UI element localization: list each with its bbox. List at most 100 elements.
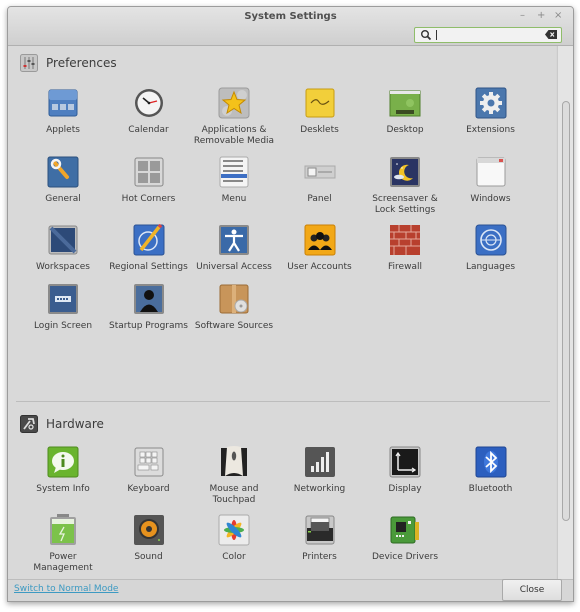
vertical-scrollbar[interactable]: [557, 46, 573, 579]
title-bar[interactable]: System Settings – + ×: [8, 7, 573, 46]
settings-item-workspaces[interactable]: Workspaces: [20, 224, 106, 273]
settings-item-label: Startup Programs: [109, 321, 188, 331]
settings-item-label: Mouse and Touchpad: [209, 484, 259, 505]
window-title: System Settings: [244, 11, 337, 22]
settings-item-extensions[interactable]: Extensions: [448, 87, 534, 136]
minimize-button[interactable]: –: [520, 10, 525, 21]
settings-item-label: Extensions: [466, 125, 515, 135]
hardware-tools-icon: [20, 415, 38, 433]
color-wheel-icon: [218, 514, 250, 546]
settings-item-label: Firewall: [388, 262, 422, 272]
settings-item-applications-removable-media[interactable]: Applications & Removable Media: [191, 87, 277, 147]
panel-icon: [304, 156, 336, 188]
text-cursor: [436, 30, 437, 40]
printer-icon: [304, 514, 336, 546]
settings-item-desktop[interactable]: Desktop: [362, 87, 448, 136]
settings-item-bluetooth[interactable]: Bluetooth: [448, 446, 534, 495]
wrench-icon: [47, 156, 79, 188]
settings-item-printers[interactable]: Printers: [277, 514, 363, 563]
brick-wall-icon: [389, 224, 421, 256]
section-title: Preferences: [46, 56, 117, 70]
settings-item-label: Regional Settings: [109, 262, 188, 272]
settings-item-label: User Accounts: [287, 262, 352, 272]
settings-item-panel[interactable]: Panel: [277, 156, 363, 205]
desktop-icon: [389, 87, 421, 119]
settings-content: Preferences Applets Calendar Applications …: [8, 46, 556, 579]
settings-item-applets[interactable]: Applets: [20, 87, 106, 136]
settings-item-label: Color: [222, 552, 246, 562]
settings-item-menu[interactable]: Menu: [191, 156, 277, 205]
scrollbar-thumb[interactable]: [562, 101, 570, 521]
signal-bars-icon: [304, 446, 336, 478]
globe-pencil-icon: [133, 224, 165, 256]
settings-item-device-drivers[interactable]: Device Drivers: [362, 514, 448, 563]
settings-item-display[interactable]: Display: [362, 446, 448, 495]
login-screen-icon: [47, 283, 79, 315]
clear-search-icon[interactable]: [545, 30, 557, 39]
close-button[interactable]: Close: [502, 579, 562, 601]
settings-item-user-accounts[interactable]: User Accounts: [277, 224, 363, 273]
accessibility-icon: [218, 224, 250, 256]
menu-list-icon: [218, 156, 250, 188]
settings-item-keyboard[interactable]: Keyboard: [106, 446, 192, 495]
maximize-button[interactable]: +: [537, 10, 545, 21]
settings-item-label: Software Sources: [194, 321, 274, 331]
person-silhouette-icon: [133, 283, 165, 315]
settings-item-system-info[interactable]: System Info: [20, 446, 106, 495]
settings-item-label: Workspaces: [36, 262, 90, 272]
settings-item-label: Networking: [293, 484, 346, 494]
settings-item-label: Display: [388, 484, 422, 494]
settings-item-label: Keyboard: [127, 484, 170, 494]
settings-item-sound[interactable]: Sound: [106, 514, 192, 563]
section-title: Hardware: [46, 417, 104, 431]
settings-item-screensaver-lock-settings[interactable]: Screensaver & Lock Settings: [362, 156, 448, 216]
settings-item-universal-access[interactable]: Universal Access: [191, 224, 277, 273]
settings-item-desklets[interactable]: Desklets: [277, 87, 363, 136]
settings-item-login-screen[interactable]: Login Screen: [20, 283, 106, 332]
settings-item-label: Languages: [465, 262, 516, 272]
globe-icon: [475, 224, 507, 256]
search-icon: [420, 29, 432, 41]
display-icon: [389, 446, 421, 478]
desklets-note-icon: [304, 87, 336, 119]
settings-item-hot-corners[interactable]: Hot Corners: [106, 156, 192, 205]
section-divider: [16, 401, 550, 402]
switch-to-normal-mode-link[interactable]: Switch to Normal Mode: [14, 584, 118, 594]
calendar-clock-icon: [133, 87, 165, 119]
settings-item-general[interactable]: General: [20, 156, 106, 205]
settings-item-startup-programs[interactable]: Startup Programs: [106, 283, 192, 332]
applets-icon: [47, 87, 79, 119]
settings-item-software-sources[interactable]: Software Sources: [191, 283, 277, 332]
mouse-icon: [218, 446, 250, 478]
settings-item-label: Sound: [134, 552, 163, 562]
workspaces-icon: [47, 224, 79, 256]
bluetooth-icon: [475, 446, 507, 478]
star-icon: [218, 87, 250, 119]
settings-item-label: Calendar: [128, 125, 169, 135]
settings-item-label: Desktop: [386, 125, 424, 135]
settings-item-languages[interactable]: Languages: [448, 224, 534, 273]
settings-item-label: Hot Corners: [121, 194, 176, 204]
footer-bar: Switch to Normal Mode Close: [8, 579, 573, 601]
settings-item-firewall[interactable]: Firewall: [362, 224, 448, 273]
users-icon: [304, 224, 336, 256]
system-settings-window: System Settings – + × Preferences Applet…: [7, 6, 574, 602]
close-window-button[interactable]: ×: [554, 10, 562, 21]
settings-item-label: Applications & Removable Media: [193, 125, 275, 146]
settings-item-color[interactable]: Color: [191, 514, 277, 563]
settings-item-networking[interactable]: Networking: [277, 446, 363, 495]
settings-item-regional-settings[interactable]: Regional Settings: [106, 224, 192, 273]
search-input[interactable]: [414, 27, 562, 43]
settings-item-label: Menu: [221, 194, 247, 204]
moon-night-icon: [389, 156, 421, 188]
settings-item-label: Printers: [302, 552, 337, 562]
settings-item-label: Bluetooth: [468, 484, 513, 494]
settings-item-power-management[interactable]: Power Management: [20, 514, 106, 574]
settings-item-label: General: [45, 194, 81, 204]
settings-item-calendar[interactable]: Calendar: [106, 87, 192, 136]
settings-item-label: Panel: [307, 194, 332, 204]
settings-item-label: Power Management: [33, 552, 93, 573]
gear-icon: [475, 87, 507, 119]
settings-item-mouse-and-touchpad[interactable]: Mouse and Touchpad: [191, 446, 277, 506]
settings-item-windows[interactable]: Windows: [448, 156, 534, 205]
